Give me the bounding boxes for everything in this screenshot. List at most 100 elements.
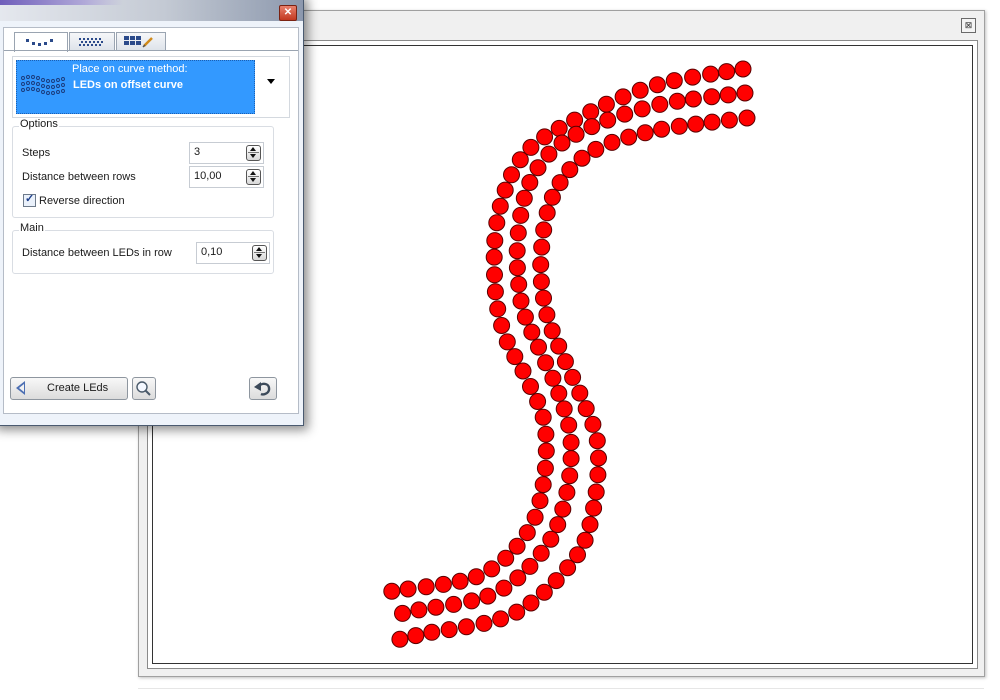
- led-row-1-led[interactable]: [534, 408, 552, 426]
- led-row-1-led[interactable]: [514, 362, 532, 380]
- led-row-3-led[interactable]: [588, 432, 606, 450]
- led-row-2-led[interactable]: [512, 206, 530, 224]
- led-row-1-led[interactable]: [648, 76, 666, 94]
- led-row-1-led[interactable]: [417, 578, 435, 596]
- led-row-2-led[interactable]: [567, 125, 585, 143]
- led-row-1-led[interactable]: [702, 65, 720, 83]
- led-row-1-led[interactable]: [497, 549, 515, 567]
- led-row-3-led[interactable]: [556, 353, 574, 371]
- led-row-1-led[interactable]: [550, 119, 568, 137]
- led-row-3-led[interactable]: [571, 384, 589, 402]
- led-row-3-led[interactable]: [573, 149, 591, 167]
- led-row-2-led[interactable]: [410, 601, 428, 619]
- distance-rows-stepper-icon[interactable]: [246, 169, 261, 185]
- panel-close-button[interactable]: ✕: [279, 5, 297, 21]
- led-row-3-led[interactable]: [590, 449, 607, 467]
- led-row-2-led[interactable]: [427, 598, 445, 616]
- led-row-2-led[interactable]: [668, 92, 686, 110]
- led-row-1-led[interactable]: [489, 300, 507, 318]
- led-row-3-led[interactable]: [670, 117, 688, 135]
- led-row-3-led[interactable]: [584, 415, 602, 433]
- led-row-2-led[interactable]: [549, 516, 567, 534]
- led-row-1-led[interactable]: [665, 72, 683, 90]
- led-row-3-led[interactable]: [492, 610, 510, 628]
- led-row-1-led[interactable]: [537, 442, 555, 460]
- steps-stepper-icon[interactable]: [246, 145, 261, 161]
- chevron-down-icon[interactable]: [267, 79, 275, 84]
- led-row-1-led[interactable]: [467, 568, 485, 586]
- led-row-1-led[interactable]: [496, 181, 514, 199]
- led-row-1-led[interactable]: [522, 378, 539, 395]
- led-row-1-led[interactable]: [483, 560, 501, 578]
- led-row-3-led[interactable]: [551, 174, 569, 192]
- led-row-3-led[interactable]: [687, 115, 705, 133]
- led-row-2-led[interactable]: [509, 224, 527, 242]
- led-row-2-led[interactable]: [544, 369, 562, 387]
- led-row-1-led[interactable]: [536, 128, 554, 146]
- led-row-3-led[interactable]: [508, 603, 526, 621]
- led-row-2-led[interactable]: [550, 384, 568, 402]
- distance-rows-spinbox[interactable]: 10,00: [189, 166, 264, 188]
- led-row-2-led[interactable]: [521, 557, 539, 575]
- led-row-1-led[interactable]: [491, 197, 509, 215]
- search-button[interactable]: [132, 377, 156, 400]
- led-row-2-led[interactable]: [530, 338, 547, 356]
- led-row-1-led[interactable]: [488, 214, 506, 232]
- led-row-1-led[interactable]: [614, 88, 632, 106]
- led-row-3-led[interactable]: [559, 559, 577, 577]
- led-row-3-led[interactable]: [535, 289, 552, 307]
- led-row-1-led[interactable]: [511, 151, 529, 169]
- led-row-3-led[interactable]: [564, 368, 582, 386]
- led-row-3-led[interactable]: [636, 124, 654, 142]
- led-row-3-led[interactable]: [543, 188, 561, 206]
- led-row-3-led[interactable]: [543, 322, 561, 340]
- led-row-1-led[interactable]: [529, 393, 547, 410]
- led-row-2-led[interactable]: [516, 308, 534, 326]
- led-row-2-led[interactable]: [521, 174, 539, 191]
- led-row-2-led[interactable]: [509, 569, 527, 587]
- led-row-2-led[interactable]: [508, 242, 526, 260]
- tab-grid-edit[interactable]: [116, 32, 166, 51]
- led-row-2-led[interactable]: [633, 100, 651, 118]
- led-row-3-led[interactable]: [440, 621, 458, 639]
- led-row-2-led[interactable]: [523, 323, 541, 341]
- led-row-1-led[interactable]: [506, 348, 524, 366]
- led-row-3-led[interactable]: [407, 627, 425, 645]
- led-row-3-led[interactable]: [587, 140, 605, 158]
- led-row-1-led[interactable]: [383, 582, 401, 600]
- led-row-2-led[interactable]: [651, 95, 669, 113]
- led-row-3-led[interactable]: [581, 516, 599, 533]
- led-row-1-led[interactable]: [566, 111, 584, 129]
- led-row-1-led[interactable]: [537, 425, 555, 443]
- led-row-2-led[interactable]: [512, 292, 530, 310]
- led-row-1-led[interactable]: [582, 103, 600, 121]
- led-row-3-led[interactable]: [653, 120, 671, 138]
- led-row-3-led[interactable]: [522, 594, 540, 612]
- led-row-2-led[interactable]: [583, 118, 601, 136]
- led-row-3-led[interactable]: [576, 531, 594, 549]
- led-row-3-led[interactable]: [620, 128, 638, 146]
- led-row-3-led[interactable]: [532, 256, 550, 274]
- led-row-2-led[interactable]: [445, 595, 463, 613]
- led-row-3-led[interactable]: [577, 400, 595, 418]
- led-row-3-led[interactable]: [391, 630, 409, 648]
- led-row-1-led[interactable]: [597, 95, 615, 113]
- led-row-1-led[interactable]: [486, 283, 504, 301]
- led-row-1-led[interactable]: [486, 232, 504, 250]
- led-row-3-led[interactable]: [535, 583, 553, 601]
- led-row-3-led[interactable]: [603, 133, 621, 151]
- led-row-2-led[interactable]: [542, 530, 560, 548]
- led-row-3-led[interactable]: [532, 273, 550, 291]
- distance-leds-spinbox[interactable]: 0,10: [196, 242, 270, 264]
- canvas-close-button[interactable]: ⊠: [961, 18, 976, 33]
- led-row-2-led[interactable]: [394, 604, 411, 622]
- led-row-3-led[interactable]: [547, 572, 565, 590]
- led-row-2-led[interactable]: [532, 544, 550, 562]
- led-row-2-led[interactable]: [561, 467, 579, 485]
- led-row-2-led[interactable]: [555, 400, 573, 418]
- led-row-1-led[interactable]: [526, 508, 544, 526]
- led-row-1-led[interactable]: [503, 166, 520, 184]
- led-row-3-led[interactable]: [589, 466, 607, 484]
- led-row-1-led[interactable]: [434, 575, 452, 593]
- led-row-3-led[interactable]: [535, 221, 553, 239]
